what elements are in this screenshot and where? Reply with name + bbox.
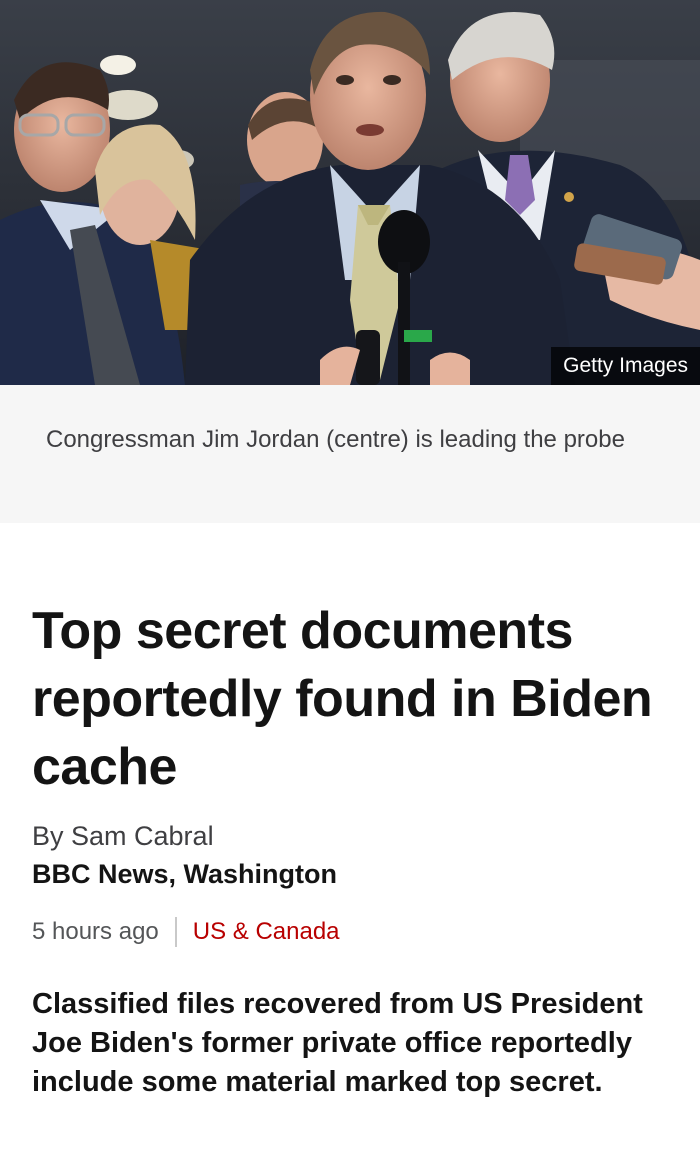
article-meta: 5 hours ago US & Canada xyxy=(32,915,668,949)
press-conference-photo xyxy=(0,0,700,385)
article-summary: Classified files recovered from US Presi… xyxy=(32,988,643,1098)
meta-divider xyxy=(174,917,177,947)
byline-organization: BBC News, Washington xyxy=(32,859,338,889)
timestamp: 5 hours ago xyxy=(32,918,159,945)
image-caption: Congressman Jim Jordan (centre) is leadi… xyxy=(0,385,700,523)
section-link[interactable]: US & Canada xyxy=(193,915,340,949)
article-headline: Top secret documents reportedly found in… xyxy=(32,602,653,796)
article-body: Top secret documents reportedly found in… xyxy=(0,597,700,1102)
article-hero-image: Getty Images xyxy=(0,0,700,385)
byline-author: By Sam Cabral xyxy=(32,821,214,851)
image-credit: Getty Images xyxy=(551,347,700,385)
